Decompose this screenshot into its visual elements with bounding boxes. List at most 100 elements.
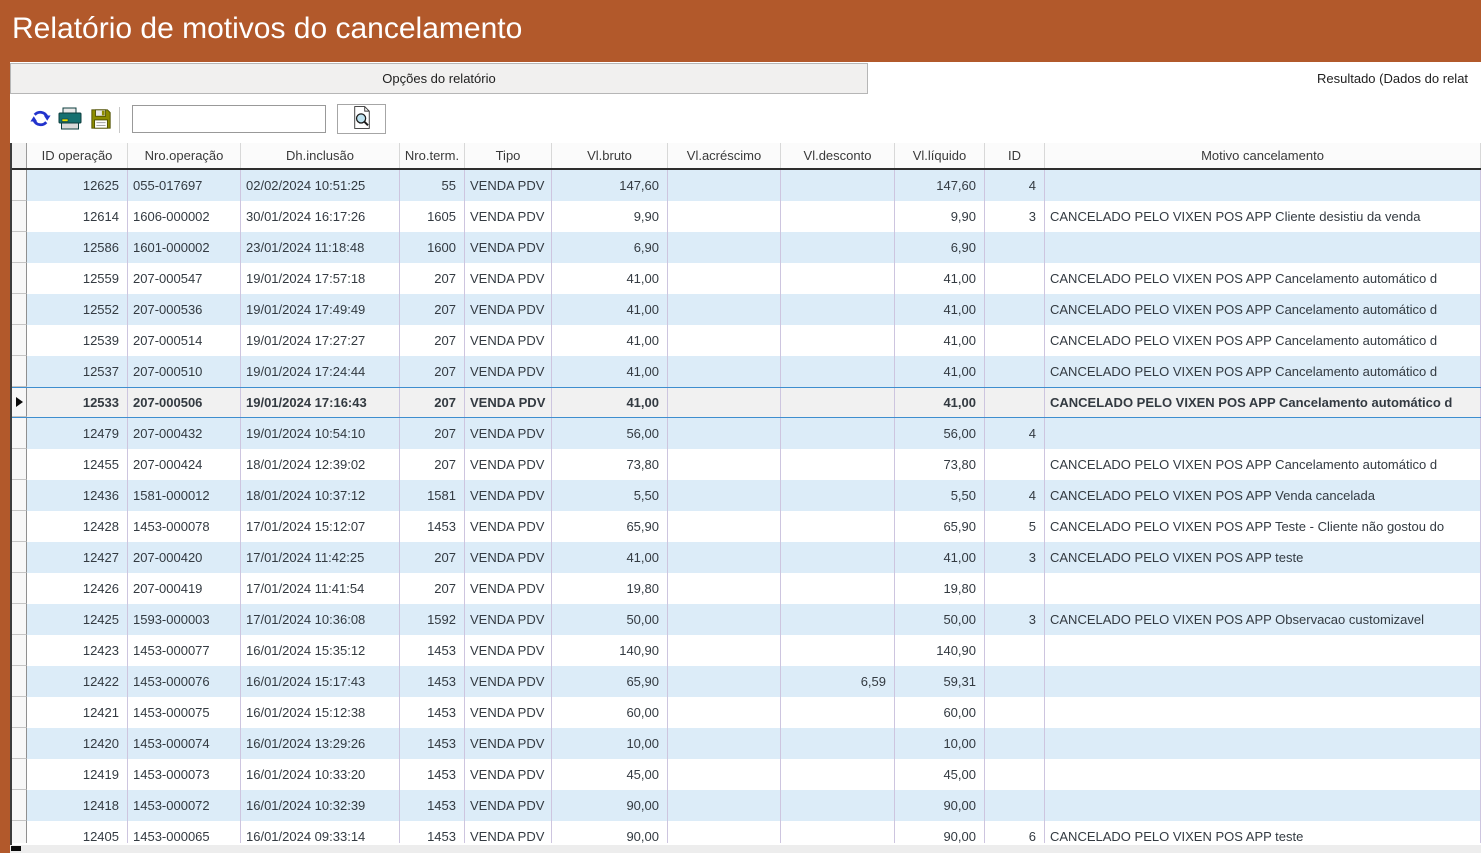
cell-motivo	[1045, 759, 1481, 790]
cell-nro_operacao: 207-000432	[128, 418, 241, 449]
cell-motivo	[1045, 170, 1481, 201]
column-header-vl_desconto[interactable]: Vl.desconto	[781, 143, 895, 168]
cell-vl_desconto	[781, 573, 895, 604]
table-row[interactable]: 124251593-00000317/01/2024 10:36:081592V…	[12, 604, 1481, 635]
cell-vl_liquido: 140,90	[895, 635, 985, 666]
row-indicator	[12, 759, 27, 790]
table-row[interactable]: 12539207-00051419/01/2024 17:27:27207VEN…	[12, 325, 1481, 356]
table-row[interactable]: 124051453-00006516/01/2024 09:33:141453V…	[12, 821, 1481, 843]
cell-id	[985, 635, 1045, 666]
cell-nro_term: 1453	[400, 728, 465, 759]
cell-id: 3	[985, 604, 1045, 635]
refresh-button[interactable]	[27, 107, 53, 133]
cell-dh_inclusao: 16/01/2024 09:33:14	[241, 821, 400, 843]
cell-dh_inclusao: 16/01/2024 13:29:26	[241, 728, 400, 759]
tab-resultado[interactable]: Resultado (Dados do relat	[868, 63, 1481, 94]
cell-vl_desconto	[781, 759, 895, 790]
table-row[interactable]: 124211453-00007516/01/2024 15:12:381453V…	[12, 697, 1481, 728]
table-row[interactable]: 126141606-00000230/01/2024 16:17:261605V…	[12, 201, 1481, 232]
table-row[interactable]: 124191453-00007316/01/2024 10:33:201453V…	[12, 759, 1481, 790]
cell-dh_inclusao: 16/01/2024 10:33:20	[241, 759, 400, 790]
table-row[interactable]: 12625055-01769702/02/2024 10:51:2555VEND…	[12, 170, 1481, 201]
toolbar-separator	[119, 107, 120, 133]
cell-vl_desconto: 6,59	[781, 666, 895, 697]
window-left-border	[0, 62, 10, 853]
table-row[interactable]: 12552207-00053619/01/2024 17:49:49207VEN…	[12, 294, 1481, 325]
column-header-nro_term[interactable]: Nro.term.	[400, 143, 465, 168]
cell-id: 3	[985, 201, 1045, 232]
cell-vl_acrescimo	[668, 666, 781, 697]
column-header-id[interactable]: ID	[985, 143, 1045, 168]
tab-opcoes-do-relatorio[interactable]: Opções do relatório	[10, 63, 868, 94]
cell-nro_term: 207	[400, 356, 465, 387]
cell-nro_operacao: 1453-000073	[128, 759, 241, 790]
row-indicator	[12, 325, 27, 356]
cell-tipo: VENDA PDV	[465, 418, 552, 449]
cell-vl_desconto	[781, 697, 895, 728]
refresh-icon	[30, 108, 51, 132]
table-row-selected[interactable]: 12533207-00050619/01/2024 17:16:43207VEN…	[12, 387, 1481, 418]
report-grid: ID operaçãoNro.operaçãoDh.inclusãoNro.te…	[10, 143, 1481, 845]
cell-tipo: VENDA PDV	[465, 480, 552, 511]
cell-vl_acrescimo	[668, 449, 781, 480]
table-row[interactable]: 125861601-00000223/01/2024 11:18:481600V…	[12, 232, 1481, 263]
cell-vl_bruto: 19,80	[552, 573, 668, 604]
cell-vl_acrescimo	[668, 325, 781, 356]
cell-vl_desconto	[781, 388, 895, 417]
cell-vl_desconto	[781, 294, 895, 325]
cell-tipo: VENDA PDV	[465, 790, 552, 821]
table-row[interactable]: 124361581-00001218/01/2024 10:37:121581V…	[12, 480, 1481, 511]
column-header-nro_operacao[interactable]: Nro.operação	[128, 143, 241, 168]
table-row[interactable]: 124281453-00007817/01/2024 15:12:071453V…	[12, 511, 1481, 542]
cell-nro_operacao: 207-000547	[128, 263, 241, 294]
table-row[interactable]: 12426207-00041917/01/2024 11:41:54207VEN…	[12, 573, 1481, 604]
table-row[interactable]: 124181453-00007216/01/2024 10:32:391453V…	[12, 790, 1481, 821]
cell-nro_operacao: 207-000419	[128, 573, 241, 604]
column-header-tipo[interactable]: Tipo	[465, 143, 552, 168]
cell-nro_term: 1453	[400, 666, 465, 697]
row-indicator	[12, 232, 27, 263]
cell-motivo: CANCELADO PELO VIXEN POS APP Cancelament…	[1045, 356, 1481, 387]
table-row[interactable]: 12479207-00043219/01/2024 10:54:10207VEN…	[12, 418, 1481, 449]
cell-vl_liquido: 65,90	[895, 511, 985, 542]
cell-nro_operacao: 207-000424	[128, 449, 241, 480]
cell-id_operacao: 12586	[27, 232, 128, 263]
column-header-id_operacao[interactable]: ID operação	[27, 143, 128, 168]
horizontal-scrollbar[interactable]	[10, 845, 1481, 853]
column-header-vl_liquido[interactable]: Vl.líquido	[895, 143, 985, 168]
cell-nro_operacao: 1601-000002	[128, 232, 241, 263]
cell-dh_inclusao: 19/01/2024 10:54:10	[241, 418, 400, 449]
save-button[interactable]	[88, 107, 114, 133]
table-row[interactable]: 12559207-00054719/01/2024 17:57:18207VEN…	[12, 263, 1481, 294]
cell-vl_liquido: 41,00	[895, 356, 985, 387]
preview-button[interactable]	[337, 104, 386, 134]
cell-vl_acrescimo	[668, 294, 781, 325]
table-row[interactable]: 12427207-00042017/01/2024 11:42:25207VEN…	[12, 542, 1481, 573]
table-row[interactable]: 124221453-00007616/01/2024 15:17:431453V…	[12, 666, 1481, 697]
column-header-motivo[interactable]: Motivo cancelamento	[1045, 143, 1481, 168]
table-row[interactable]: 124231453-00007716/01/2024 15:35:121453V…	[12, 635, 1481, 666]
title-bar: Relatório de motivos do cancelamento	[0, 0, 1481, 62]
cell-nro_operacao: 207-000536	[128, 294, 241, 325]
column-header-dh_inclusao[interactable]: Dh.inclusão	[241, 143, 400, 168]
cell-id_operacao: 12533	[27, 388, 128, 417]
column-header-vl_acrescimo[interactable]: Vl.acréscimo	[668, 143, 781, 168]
cell-tipo: VENDA PDV	[465, 356, 552, 387]
cell-id	[985, 449, 1045, 480]
cell-vl_desconto	[781, 418, 895, 449]
corner-header-cell[interactable]	[12, 143, 27, 168]
search-input[interactable]	[132, 105, 326, 133]
cell-motivo: CANCELADO PELO VIXEN POS APP Venda cance…	[1045, 480, 1481, 511]
row-indicator	[12, 728, 27, 759]
current-row-indicator	[12, 388, 27, 417]
column-header-vl_bruto[interactable]: Vl.bruto	[552, 143, 668, 168]
print-button[interactable]	[57, 107, 83, 133]
table-row[interactable]: 124201453-00007416/01/2024 13:29:261453V…	[12, 728, 1481, 759]
cell-dh_inclusao: 16/01/2024 15:12:38	[241, 697, 400, 728]
cell-nro_term: 207	[400, 325, 465, 356]
table-row[interactable]: 12537207-00051019/01/2024 17:24:44207VEN…	[12, 356, 1481, 387]
cell-dh_inclusao: 18/01/2024 12:39:02	[241, 449, 400, 480]
cell-id	[985, 666, 1045, 697]
cell-vl_bruto: 41,00	[552, 356, 668, 387]
table-row[interactable]: 12455207-00042418/01/2024 12:39:02207VEN…	[12, 449, 1481, 480]
